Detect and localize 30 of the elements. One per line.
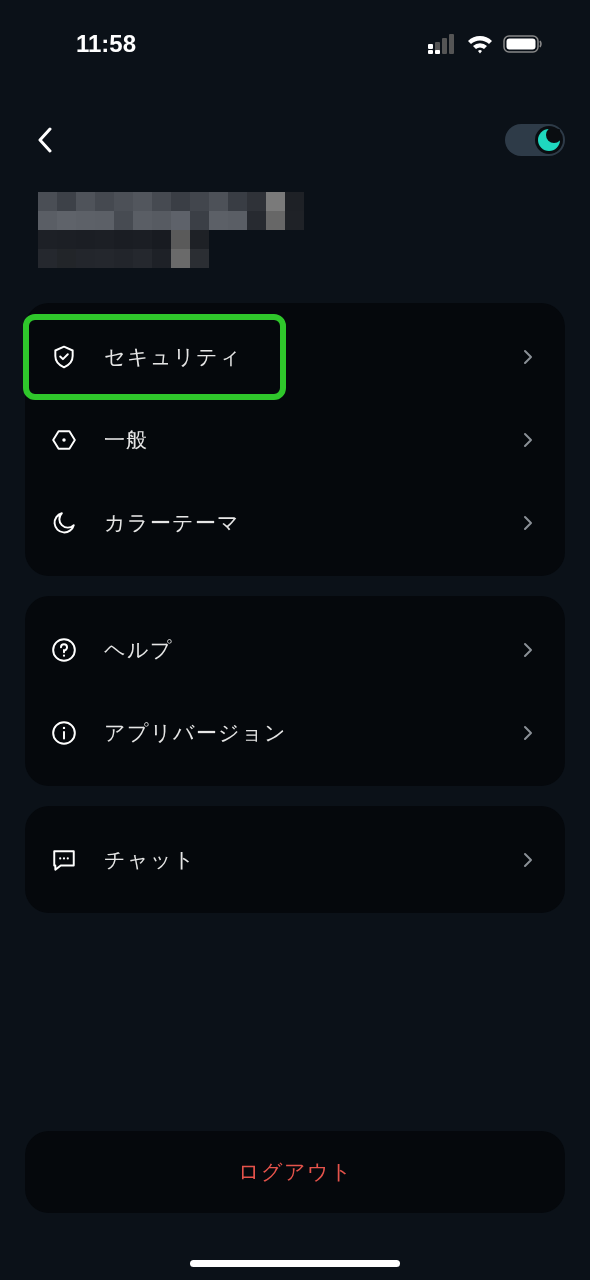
menu-item[interactable]: ヘルプ (25, 608, 565, 691)
menu-item[interactable]: アプリバージョン (25, 691, 565, 774)
shield-check-icon (51, 343, 77, 370)
battery-icon (503, 34, 543, 54)
status-time: 11:58 (76, 30, 137, 58)
info-icon (51, 719, 77, 746)
theme-toggle[interactable] (505, 124, 565, 156)
menu-item[interactable]: チャット (25, 818, 565, 901)
chevron-icon (523, 431, 533, 448)
chevron-icon (523, 514, 533, 531)
chevron-icon (523, 851, 533, 868)
chevron-icon (523, 348, 533, 365)
menu-label: チャット (104, 846, 196, 874)
chevron-icon (523, 641, 533, 658)
menu-item[interactable]: セキュリティ (25, 315, 565, 398)
menu-label: 一般 (104, 426, 148, 454)
menu-label: ヘルプ (104, 636, 173, 664)
menu-label: カラーテーマ (104, 509, 240, 537)
chevron-icon (523, 724, 533, 741)
signal-icon (427, 34, 457, 54)
help-icon (51, 636, 77, 663)
moon-icon (538, 129, 560, 151)
moon-icon (51, 509, 77, 536)
menu-item[interactable]: 一般 (25, 398, 565, 481)
menu-item[interactable]: カラーテーマ (25, 481, 565, 564)
back-button[interactable] (37, 127, 53, 153)
menu-label: アプリバージョン (104, 719, 287, 747)
logout-button[interactable]: ログアウト (25, 1131, 565, 1213)
menu-label: セキュリティ (104, 343, 242, 371)
wifi-icon (467, 34, 493, 54)
